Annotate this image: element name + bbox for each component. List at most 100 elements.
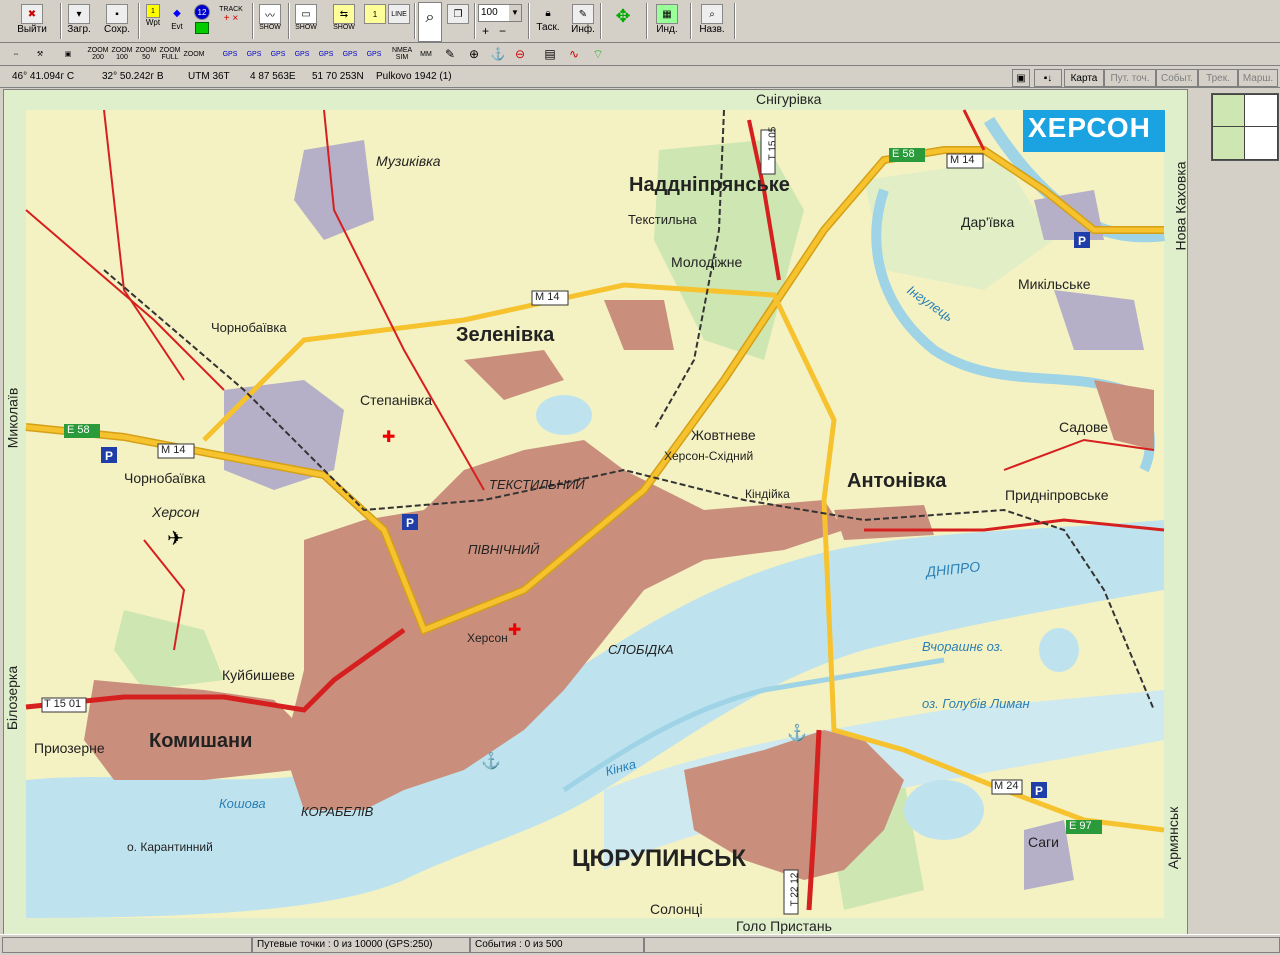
place-stepanivka: Степанівка (360, 392, 433, 408)
track-button[interactable]: TRACK + × (216, 2, 246, 40)
tab-map[interactable]: Карта (1064, 69, 1104, 87)
tab-waypoints[interactable]: Пут. точ. (1104, 69, 1156, 87)
line-icon: LINE (388, 4, 410, 24)
chart-icon[interactable]: ∿ (564, 45, 584, 63)
minimap-cell[interactable] (1212, 126, 1246, 160)
zoom-plus-minus[interactable]: + − (482, 24, 506, 38)
gps-route-button[interactable]: GPS (244, 45, 264, 63)
tab-events[interactable]: Событ. (1156, 69, 1198, 87)
nmea-sim-button[interactable]: NMEA SIM (392, 45, 412, 63)
datum: Pulkovo 1942 (1) (376, 71, 452, 82)
map-view[interactable]: P P P P ✈ ⚓ ⚓ ✚ ✚ ХЕРСОН Снігурівка Мико… (3, 89, 1188, 935)
status-waypoints: Путевые точки : 0 из 10000 (GPS:250) (252, 937, 470, 953)
gps-waypoints-button[interactable]: GPS (220, 45, 240, 63)
line-button[interactable]: LINE (388, 2, 410, 40)
screen-icon[interactable]: ▣ (58, 45, 78, 63)
index-button[interactable]: ▦ Инд. (650, 2, 684, 40)
place-chornobaivka-north: Чорнобаївка (211, 320, 287, 335)
target-icon[interactable]: ⊕ (464, 45, 484, 63)
stop-icon[interactable]: ⊖ (510, 45, 530, 63)
zoom50-button[interactable]: ZOOM 50 (136, 45, 157, 63)
show-route-button[interactable]: ⇆ SHOW (330, 2, 358, 40)
place-sadove: Садове (1059, 419, 1109, 435)
zoomfull-button[interactable]: ZOOM FULL (160, 45, 181, 63)
minimap-cell[interactable] (1244, 126, 1278, 160)
place-kuibysheve: Куйбишеве (222, 667, 295, 683)
gps-events-button[interactable]: GPS (316, 45, 336, 63)
edge-label-right-top: Нова Каховка (1172, 161, 1188, 251)
measure-icon[interactable]: ⇔ (6, 45, 26, 63)
minimap-cell[interactable] (1244, 94, 1278, 128)
zoom200-button[interactable]: ZOOM 200 (88, 45, 109, 63)
pan-arrows-button[interactable]: ✥ (604, 2, 642, 40)
utm-zone: UTM 36T (188, 71, 230, 82)
zoom-select[interactable]: 100 ▼ (478, 4, 522, 22)
show-waypoints-button[interactable]: ▭ SHOW (292, 2, 320, 40)
gps-sync-button[interactable]: GPS (364, 45, 384, 63)
overview-minimap[interactable] (1211, 93, 1279, 161)
waypoint-icon: 1 (146, 4, 160, 18)
edge-label-top: Снігурівка (756, 91, 822, 107)
info-button[interactable]: ✎ Инф. (568, 2, 598, 40)
mm-button[interactable]: MM (416, 45, 436, 63)
airport-icon: ✈ (167, 528, 184, 550)
evt-button[interactable]: ◆ Evt (166, 2, 188, 40)
save-button[interactable]: ▪ Сохр. (98, 2, 136, 40)
profile-icon[interactable]: ▤ (540, 45, 560, 63)
status-events: События : 0 из 500 (470, 937, 644, 953)
district-tekstylnyi: ТЕКСТИЛЬНИЙ (489, 477, 585, 492)
signal-icon[interactable]: ⌔ (588, 45, 608, 63)
wpt-button[interactable]: 1 Wpt (141, 2, 165, 40)
road-label-t1505: T 15 05 (767, 126, 779, 161)
route-calc-icon[interactable]: ⚒ (30, 45, 50, 63)
chevron-down-icon: ▼ (509, 5, 521, 21)
map-title: ХЕРСОН (1028, 112, 1151, 143)
zoom-tool-button[interactable]: ⌕ (418, 2, 442, 42)
northing: 51 70 253N (312, 71, 364, 82)
map-image-icon[interactable]: ▣ (1012, 69, 1030, 87)
latitude: 46° 41.094г С (12, 71, 75, 82)
save-map-icon[interactable]: ▪↓ (1034, 69, 1062, 87)
status-panel (644, 937, 1280, 953)
name-search-button[interactable]: ⌕ Назв. (694, 2, 730, 40)
tab-routes[interactable]: Марш. (1238, 69, 1278, 87)
exit-button[interactable]: ✖ Выйти (4, 2, 60, 40)
gps-upload-button[interactable]: GPS (292, 45, 312, 63)
numbered-circle-icon: 12 (194, 4, 210, 20)
road-label-t1501: T 15 01 (44, 698, 82, 710)
place-kherson-skhidnyi: Херсон-Східний (664, 449, 754, 463)
edge-label-bottom: Голо Пристань (736, 918, 832, 934)
place-solontsi: Солонці (650, 901, 703, 917)
island-karantynnyi: о. Карантинний (127, 840, 213, 854)
gps-track-button[interactable]: GPS (268, 45, 288, 63)
move-arrows-icon: ✥ (615, 6, 631, 26)
load-button[interactable]: ▾ Загр. (62, 2, 96, 40)
event-diamond-icon: ◆ (173, 7, 181, 19)
road-label-m14: M 14 (161, 444, 186, 456)
minimap-cell[interactable] (1212, 94, 1246, 128)
route-point-button[interactable]: 12 (190, 2, 214, 40)
road-label-e58: E 58 (892, 148, 915, 160)
road-label-m14: M 14 (535, 291, 560, 303)
easting: 4 87 563E (250, 71, 296, 82)
anchor-icon[interactable]: ⚓ (488, 45, 508, 63)
lake-vchorashnie-label: Вчорашнє оз. (922, 639, 1004, 654)
route-icon: ⇆ (333, 4, 355, 24)
open-folder-icon: ▾ (68, 4, 90, 24)
district-korabeliv: КОРАБЕЛІВ (301, 804, 374, 819)
river-koshova-label: Кошова (219, 796, 266, 811)
edge-label-left-bottom: Білозерка (4, 665, 21, 731)
task-button[interactable]: 🔒︎ Таск. (531, 2, 565, 40)
zoom100-button[interactable]: ZOOM 100 (112, 45, 133, 63)
zoom-button[interactable]: ZOOM (184, 45, 205, 63)
gps-download-button[interactable]: GPS (340, 45, 360, 63)
list-icon: 1 (364, 4, 386, 24)
nmea-pen-icon[interactable]: ✎ (440, 45, 460, 63)
district-pivnichnyi: ПІВНІЧНИЙ (468, 542, 540, 557)
windows-button[interactable]: ❐ (446, 2, 470, 40)
tab-tracks[interactable]: Трек. (1198, 69, 1238, 87)
place-tekstylna: Текстильна (628, 212, 697, 227)
magnifier-icon: ⌕ (425, 9, 435, 26)
show-track-button[interactable]: 〰 SHOW (256, 2, 284, 40)
points-list-button[interactable]: 1 (364, 2, 386, 40)
